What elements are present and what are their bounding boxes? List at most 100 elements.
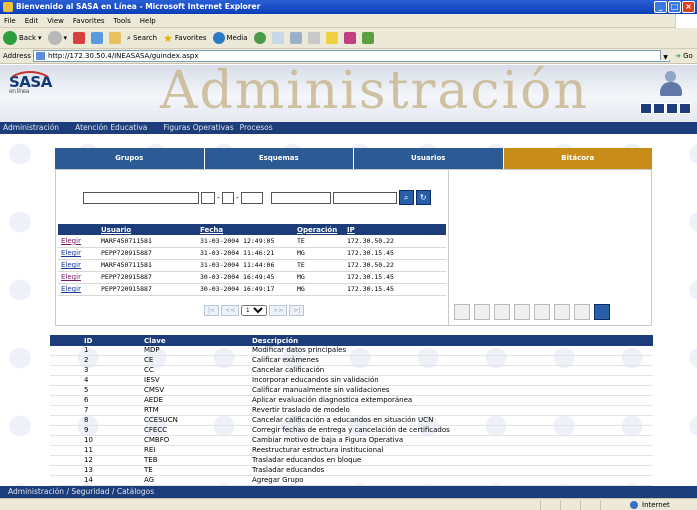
back-button[interactable]: Back ▾ [3,31,42,45]
menu-help[interactable]: Help [140,14,156,27]
stop-icon[interactable] [73,32,86,44]
edit-record-icon[interactable] [474,304,490,320]
table-row[interactable]: 3 CC Cancelar calificación [50,365,653,377]
elegir-link[interactable]: Elegir [58,259,98,272]
col-ip[interactable]: IP [344,224,446,235]
maximize-icon[interactable]: □ [668,1,681,13]
favorites-button[interactable]: ★ Favorites [163,32,207,45]
go-button[interactable]: ➔ Go [675,49,693,64]
mail-icon[interactable] [271,32,284,44]
table-row[interactable]: 12 TEB Trasladar educandos en bloque [50,455,653,467]
elegir-link[interactable]: Elegir [58,271,98,284]
prev-page-button[interactable]: << [221,305,240,316]
table-row[interactable]: 11 REI Reestructurar estructura institucio… [50,445,653,457]
address-input[interactable]: http://172.30.50.4/INEASASA/guindex.aspx [33,50,670,62]
cell-operacion: MG [294,247,344,260]
cell-ip: 172.30.50.22 [344,259,446,272]
menu-tools[interactable]: Tools [114,14,131,27]
accept-icon[interactable] [534,304,550,320]
tab-esquemas[interactable]: Esquemas [204,148,354,169]
folder-icon[interactable] [325,32,338,44]
operacion-filter-input[interactable] [270,191,331,204]
nav-figuras-operativas[interactable]: Figuras Operativas [163,122,233,134]
cell-usuario: PEPP720915887 [98,271,197,284]
first-page-button[interactable]: |< [204,305,220,316]
window-title-bar: Bienvenido al SASA en Línea - Microsoft … [0,0,697,14]
nav-administracion[interactable]: Administración [3,122,59,134]
next-icon[interactable] [574,304,590,320]
cell-ip: 172.30.15.45 [344,283,446,296]
table-row[interactable]: 5 CMSV Calificar manualmente sin validacio… [50,385,653,397]
exit-icon[interactable] [679,103,691,114]
col-usuario[interactable]: Usuario [98,224,197,235]
minimize-icon[interactable]: _ [654,1,667,13]
month-filter-input[interactable] [221,191,234,204]
home-icon[interactable] [109,32,122,44]
table-row[interactable]: 7 RTM Revertir traslado de modelo [50,405,653,417]
menu-file[interactable]: File [4,14,16,27]
table-row[interactable]: 4 IESV Incorporar educandos sin validación [50,375,653,387]
table-row[interactable]: 9 CFECC Corregir fechas de entrega y cance… [50,425,653,437]
tab-usuarios[interactable]: Usuarios [354,148,504,169]
forward-button[interactable]: ▾ [47,31,67,45]
col-fecha[interactable]: Fecha [197,224,294,235]
media-button[interactable]: Media [212,32,248,44]
cell-clave: MDP [140,346,248,357]
elegir-link[interactable]: Elegir [58,235,98,248]
refresh-button[interactable]: ↻ [415,190,431,205]
cell-descripcion: Aplicar evaluación diagnostica extemporá… [248,395,653,407]
edit-icon[interactable] [307,32,320,44]
window-icon[interactable] [653,103,665,114]
plugin-icon[interactable] [361,32,374,44]
cell-id: 8 [80,415,140,427]
table-row[interactable]: 10 CMBFO Cambiar motivo de baja a Figura O… [50,435,653,447]
site-banner: SASA en línea Administración [0,65,697,122]
nav-atencion-educativa[interactable]: Atención Educativa [75,122,147,134]
menu-view[interactable]: View [47,14,64,27]
delete-icon[interactable] [554,304,570,320]
globe-icon [630,501,638,509]
next-page-button[interactable]: >> [269,305,288,316]
table-row[interactable]: 1 MDP Modificar datos principales [50,346,653,357]
elegir-link[interactable]: Elegir [58,283,98,296]
nav-procesos[interactable]: Procesos [240,122,273,134]
menu-edit[interactable]: Edit [25,14,39,27]
new-record-icon[interactable] [454,304,470,320]
cell-usuario: MARF450711581 [98,259,197,272]
cell-clave: CMBFO [140,435,248,447]
search-button[interactable]: ⌕ [398,190,414,205]
usuario-filter-input[interactable] [83,191,199,204]
table-row[interactable]: 14 AG Agregar Grupo [50,475,653,487]
cell-id: 12 [80,455,140,467]
print-icon[interactable] [514,304,530,320]
date-separator: - [217,193,220,202]
media-icon [212,32,225,44]
messenger-icon[interactable] [343,32,356,44]
ip-filter-input[interactable] [332,191,397,204]
day-filter-input[interactable] [201,191,215,204]
table-row[interactable]: 2 CE Calificar exámenes [50,355,653,367]
table-row[interactable]: 8 CCESUCN Cancelar calificación a educando… [50,415,653,427]
menu-favorites[interactable]: Favorites [73,14,105,27]
tab-grupos[interactable]: Grupos [55,148,205,169]
home-icon[interactable] [640,103,652,114]
elegir-link[interactable]: Elegir [58,247,98,260]
tab-bitacora[interactable]: Bitácora [503,148,652,169]
view-record-icon[interactable] [494,304,510,320]
cell-descripcion: Cancelar calificación [248,365,653,377]
help-icon[interactable] [666,103,678,114]
address-dropdown-icon[interactable]: ▼ [660,50,670,61]
history-icon[interactable] [253,32,266,44]
print-icon[interactable] [289,32,302,44]
table-row[interactable]: 13 TE Trasladar educandos [50,465,653,477]
catalog-table: ID Clave Descripción 1 MDP Modificar datos… [50,335,653,487]
table-row[interactable]: 6 AEDE Aplicar evaluación diagnostica exte… [50,395,653,407]
col-operacion[interactable]: Operación [294,224,344,235]
search-button[interactable]: ⌕ Search [127,34,157,43]
page-select[interactable]: 1 [241,305,268,316]
close-icon[interactable]: × [682,1,695,13]
refresh-icon[interactable] [91,32,104,44]
year-filter-input[interactable] [240,191,263,204]
document-icon[interactable] [594,304,610,320]
last-page-button[interactable]: >| [289,305,305,316]
